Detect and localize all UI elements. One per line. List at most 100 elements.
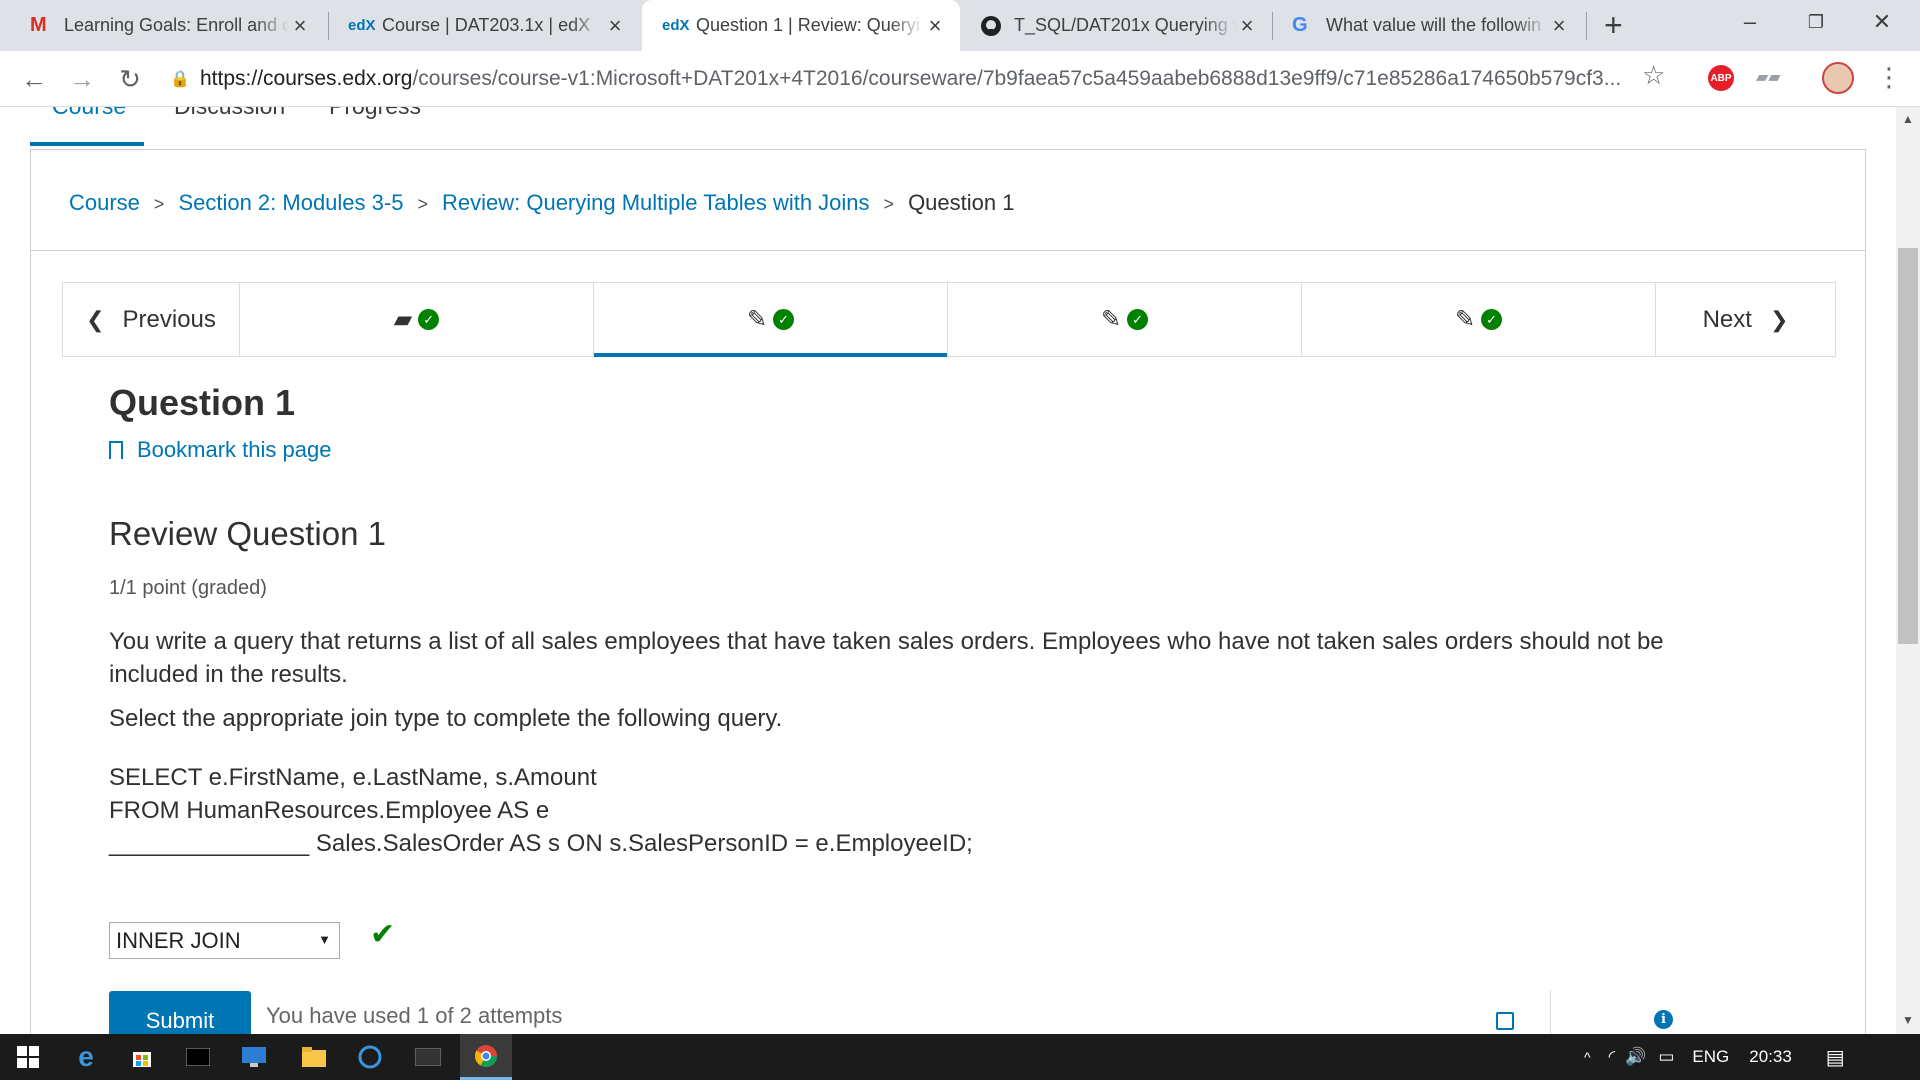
bookmark-button[interactable]: Bookmark this page — [109, 437, 331, 463]
tab-title: T_SQL/DAT201x Querying w — [1014, 15, 1236, 35]
chrome-icon[interactable] — [460, 1034, 512, 1080]
close-icon[interactable]: × — [604, 13, 626, 39]
join-type-select[interactable]: INNER JOIN ▼ — [109, 922, 340, 959]
bookmark-star-icon[interactable]: ☆ — [1642, 60, 1665, 91]
address-bar[interactable]: 🔒 https://courses.edx.org/courses/course… — [170, 59, 1678, 99]
page-title: Question 1 — [109, 382, 296, 423]
save-icon[interactable] — [1496, 1012, 1514, 1030]
close-window-icon[interactable]: ✕ — [1852, 0, 1912, 44]
scroll-down-icon[interactable]: ▼ — [1902, 1013, 1914, 1027]
selected-option: INNER JOIN — [116, 927, 241, 953]
github-icon — [980, 15, 1006, 37]
browser-tab[interactable]: G What value will the followin × — [1272, 0, 1584, 51]
tab-discussion[interactable]: Discussion — [174, 107, 285, 120]
breadcrumb-section[interactable]: Section 2: Modules 3-5 — [178, 190, 403, 215]
courseware-container: Course > Section 2: Modules 3-5 > Review: Qu… — [30, 149, 1866, 1034]
browser-tab-active[interactable]: edX Question 1 | Review: Queryi × — [642, 0, 960, 51]
scrollbar-thumb[interactable] — [1898, 248, 1918, 644]
problem-title: Review Question 1 — [109, 515, 386, 552]
adblock-icon[interactable]: ABP — [1708, 65, 1734, 91]
chevron-up-icon[interactable]: ^ — [1584, 1049, 1591, 1065]
restore-icon[interactable]: ❐ — [1786, 0, 1846, 44]
url-text: https://courses.edx.org/courses/course-v… — [200, 67, 1621, 91]
problem-instruction: Select the appropriate join type to comp… — [109, 705, 783, 732]
browser-tab[interactable]: T_SQL/DAT201x Querying w × — [960, 0, 1272, 51]
breadcrumb-subsection[interactable]: Review: Querying Multiple Tables with Jo… — [442, 190, 870, 215]
edx-icon: edX — [662, 17, 690, 34]
sql-query: SELECT e.FirstName, e.LastName, s.Amount… — [109, 761, 973, 860]
windows-start-icon[interactable] — [0, 1034, 56, 1080]
tab-title: What value will the followin — [1326, 15, 1542, 35]
browser-toolbar: ← → ↻ 🔒 https://courses.edx.org/courses/… — [0, 51, 1920, 107]
close-icon[interactable]: × — [1236, 13, 1258, 39]
tab-title: Question 1 | Review: Queryi — [696, 15, 920, 35]
active-tab-indicator — [30, 142, 144, 146]
check-circle-icon: ✓ — [1127, 309, 1149, 330]
language-indicator[interactable]: ENG — [1692, 1047, 1729, 1067]
info-icon[interactable]: i — [1654, 1010, 1673, 1029]
reload-icon[interactable]: ↻ — [112, 61, 148, 97]
previous-button[interactable]: ❮ Previous — [63, 283, 240, 356]
profile-avatar[interactable] — [1822, 62, 1854, 94]
chevron-right-icon: ❯ — [1769, 306, 1789, 332]
book-icon: ▰ — [393, 306, 413, 333]
unit-tab[interactable]: ▰ ✓ — [240, 283, 594, 356]
tab-divider — [1586, 12, 1587, 40]
edit-icon: ✎ — [1454, 306, 1476, 333]
remote-desktop-icon[interactable] — [230, 1034, 278, 1080]
browser-menu-icon[interactable]: ⋮ — [1876, 62, 1902, 93]
edge-icon[interactable]: e — [62, 1034, 110, 1080]
chevron-left-icon: ❮ — [86, 306, 105, 332]
close-icon[interactable]: × — [289, 13, 311, 39]
breadcrumb-course[interactable]: Course — [69, 190, 140, 215]
browser-tab[interactable]: M Learning Goals: Enroll and c × — [10, 0, 325, 51]
unit-tab[interactable]: ✎ ✓ — [1302, 283, 1656, 356]
windows-taskbar: e ^ ◜ 🔊 ▭ ENG 20:33 ▤ — [0, 1034, 1920, 1080]
notifications-icon[interactable]: ▤ — [1826, 1045, 1845, 1070]
bookmark-icon — [109, 441, 123, 461]
volume-icon[interactable]: 🔊 — [1625, 1047, 1646, 1067]
dropdown-caret-icon: ▼ — [318, 932, 331, 947]
submit-button[interactable]: Submit — [109, 991, 251, 1034]
new-tab-button[interactable]: + — [1604, 7, 1623, 44]
chevron-right-icon: > — [883, 194, 895, 214]
extension-icon[interactable]: ▰▰ — [1756, 67, 1781, 87]
sql-server-icon[interactable] — [404, 1034, 452, 1080]
divider — [31, 250, 1865, 251]
url-host: https://courses.edx.org — [200, 67, 413, 90]
forward-icon[interactable]: → — [64, 61, 100, 97]
unit-tab[interactable]: ✎ ✓ — [948, 283, 1302, 356]
store-icon[interactable] — [118, 1034, 166, 1080]
file-explorer-icon[interactable] — [290, 1034, 338, 1080]
breadcrumb-current: Question 1 — [908, 190, 1015, 215]
wifi-icon[interactable]: ◜ — [1609, 1047, 1616, 1067]
google-icon: G — [1292, 14, 1308, 36]
gmail-icon: M — [30, 14, 47, 36]
tab-title: Learning Goals: Enroll and c — [64, 15, 289, 35]
terminal-icon[interactable] — [174, 1034, 222, 1080]
tab-progress[interactable]: Progress — [329, 107, 421, 120]
browser-tab[interactable]: edX Course | DAT203.1x | edX × — [328, 0, 640, 51]
unit-tab-active[interactable]: ✎ ✓ — [594, 283, 948, 357]
next-button[interactable]: Next ❯ — [1656, 283, 1835, 356]
check-circle-icon: ✓ — [1481, 309, 1503, 330]
tab-course[interactable]: Course — [52, 107, 126, 120]
divider — [1550, 990, 1551, 1034]
sequence-navigation: ❮ Previous ▰ ✓ ✎ ✓ ✎ ✓ ✎ ✓ Next ❯ — [62, 282, 1836, 357]
scroll-up-icon[interactable]: ▲ — [1902, 112, 1914, 126]
check-circle-icon: ✓ — [773, 309, 795, 330]
minimize-icon[interactable]: – — [1720, 0, 1780, 44]
sync-app-icon[interactable] — [346, 1034, 394, 1080]
problem-points: 1/1 point (graded) — [109, 577, 267, 599]
close-icon[interactable]: × — [1548, 13, 1570, 39]
breadcrumb: Course > Section 2: Modules 3-5 > Review: Qu… — [69, 190, 1014, 216]
chevron-right-icon: > — [417, 194, 428, 214]
back-icon[interactable]: ← — [16, 61, 52, 97]
sql-line: FROM HumanResources.Employee AS e — [109, 797, 550, 824]
bookmark-label: Bookmark this page — [137, 437, 332, 462]
clock[interactable]: 20:33 — [1749, 1047, 1792, 1067]
close-icon[interactable]: × — [924, 13, 946, 39]
system-tray: ^ ◜ 🔊 ▭ ENG 20:33 ▤ — [1584, 1034, 1845, 1080]
battery-icon[interactable]: ▭ — [1658, 1047, 1674, 1067]
previous-label: Previous — [122, 305, 216, 333]
